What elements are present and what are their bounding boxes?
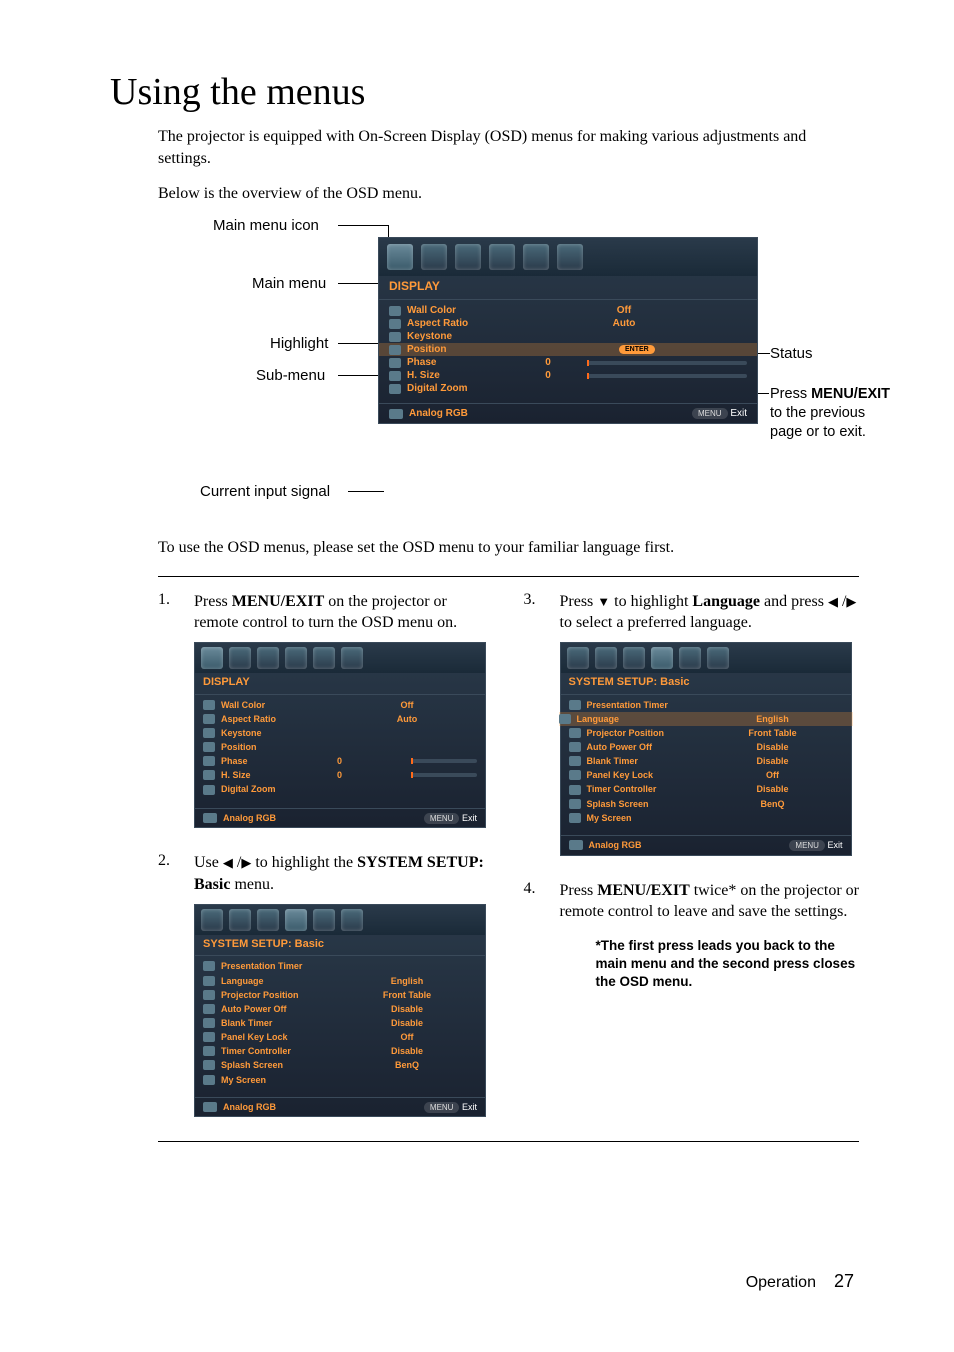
osd-tab-bar [379, 238, 757, 276]
osd-row: LanguageEnglish [559, 712, 853, 726]
label-press-menu-exit: Press MENU/EXIT to the previous page or … [770, 385, 900, 442]
label-status: Status [770, 345, 813, 362]
osd-row: Blank TimerDisable [203, 1016, 477, 1030]
osd-row: Digital Zoom [203, 782, 477, 796]
osd-row: PositionENTER [379, 343, 757, 356]
osd-row: Wall ColorOff [203, 698, 477, 712]
osd-row: My Screen [203, 1073, 477, 1087]
osd-row: Splash ScreenBenQ [569, 797, 843, 811]
step-4-text: Press MENU/EXIT twice* on the projector … [560, 880, 860, 992]
intro-p1: The projector is equipped with On-Screen… [158, 126, 859, 171]
osd-row: Panel Key LockOff [203, 1030, 477, 1044]
osd-row: Digital Zoom [389, 382, 747, 395]
osd-overview-diagram: Main menu icon Main menu Highlight Sub-m… [158, 217, 859, 517]
label-sub-menu: Sub-menu [256, 367, 325, 384]
osd-row: Auto Power OffDisable [569, 740, 843, 754]
osd-row: Position [203, 740, 477, 754]
post-diagram-text: To use the OSD menus, please set the OSD… [158, 537, 859, 559]
osd-row: Aspect RatioAuto [389, 317, 747, 330]
osd-row: Wall ColorOff [389, 304, 747, 317]
osd-step1-panel: DISPLAY Wall ColorOffAspect RatioAutoKey… [194, 642, 486, 829]
osd-row: My Screen [569, 811, 843, 825]
osd-tab-icon [523, 244, 549, 270]
osd-tab-icon [387, 244, 413, 270]
osd-row: Aspect RatioAuto [203, 712, 477, 726]
label-current-input: Current input signal [200, 483, 330, 500]
label-main-menu-icon: Main menu icon [213, 217, 319, 234]
osd-row: Keystone [203, 726, 477, 740]
intro-p2: Below is the overview of the OSD menu. [158, 183, 859, 205]
osd-row: Auto Power OffDisable [203, 1002, 477, 1016]
osd-row: Phase0 [389, 356, 747, 369]
osd-main-panel: DISPLAY Wall ColorOffAspect RatioAutoKey… [378, 237, 758, 424]
step-3-text: Press ▼ to highlight Language and press … [560, 591, 860, 856]
step-3-num: 3. [524, 591, 542, 856]
osd-step2-panel: SYSTEM SETUP: Basic Presentation TimerLa… [194, 904, 486, 1118]
step-1-num: 1. [158, 591, 176, 829]
page-footer: Operation27 [746, 1271, 854, 1292]
osd-row: Keystone [389, 330, 747, 343]
osd-row: Projector PositionFront Table [569, 726, 843, 740]
label-highlight: Highlight [270, 335, 328, 352]
osd-row: H. Size0 [389, 369, 747, 382]
osd-row: LanguageEnglish [203, 974, 477, 988]
osd-row: Presentation Timer [203, 959, 477, 973]
menu-chip: MENU [692, 408, 728, 419]
osd-row: Timer ControllerDisable [203, 1044, 477, 1058]
step-4-num: 4. [524, 880, 542, 992]
page-title: Using the menus [110, 70, 859, 114]
osd-tab-icon [557, 244, 583, 270]
osd-step3-panel: SYSTEM SETUP: Basic Presentation TimerLa… [560, 642, 852, 856]
osd-row: Presentation Timer [569, 698, 843, 712]
osd-row: Phase0 [203, 754, 477, 768]
osd-row: H. Size0 [203, 768, 477, 782]
osd-footer-signal: Analog RGB [409, 408, 468, 419]
step-4-note: *The first press leads you back to the m… [596, 937, 860, 992]
exit-label: Exit [730, 408, 747, 419]
step-2-num: 2. [158, 852, 176, 1117]
osd-tab-icon [421, 244, 447, 270]
step-1-text: Press MENU/EXIT on the projector or remo… [194, 591, 494, 829]
osd-row: Timer ControllerDisable [569, 782, 843, 796]
osd-row: Blank TimerDisable [569, 754, 843, 768]
osd-row: Projector PositionFront Table [203, 988, 477, 1002]
osd-tab-icon [489, 244, 515, 270]
osd-row: Splash ScreenBenQ [203, 1058, 477, 1072]
osd-main-title: DISPLAY [379, 276, 757, 300]
label-main-menu: Main menu [252, 275, 326, 292]
osd-tab-icon [455, 244, 481, 270]
step-2-text: Use ◀ /▶ to highlight the SYSTEM SETUP: … [194, 852, 494, 1117]
osd-row: Panel Key LockOff [569, 768, 843, 782]
signal-icon [389, 409, 403, 419]
